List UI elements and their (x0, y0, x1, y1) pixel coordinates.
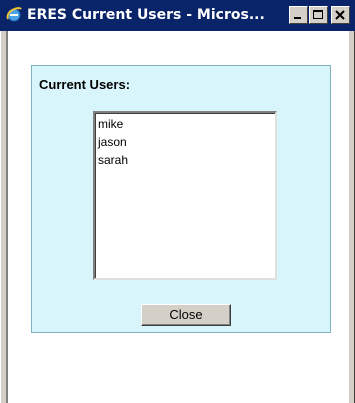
window-frame-right (349, 31, 355, 403)
maximize-icon (313, 10, 323, 19)
minimize-button[interactable] (289, 6, 308, 24)
internet-explorer-icon (5, 5, 23, 23)
list-item[interactable]: mike (95, 115, 128, 133)
minimize-icon (294, 17, 301, 19)
window-titlebar[interactable]: ERES Current Users - Micros... (0, 0, 355, 31)
close-icon (335, 10, 345, 20)
maximize-button[interactable] (309, 6, 328, 24)
current-users-panel: Current Users: mike jason sarah Close (31, 65, 331, 333)
list-item[interactable]: jason (95, 133, 128, 151)
close-window-button[interactable] (331, 6, 350, 24)
close-button[interactable]: Close (141, 304, 231, 326)
users-listbox[interactable]: mike jason sarah (93, 111, 277, 280)
window-title: ERES Current Users - Micros... (27, 7, 265, 23)
list-item[interactable]: sarah (95, 151, 128, 169)
client-edge (6, 31, 8, 403)
panel-heading: Current Users: (39, 77, 131, 92)
close-button-label: Close (169, 307, 203, 322)
users-list: mike jason sarah (95, 115, 128, 169)
